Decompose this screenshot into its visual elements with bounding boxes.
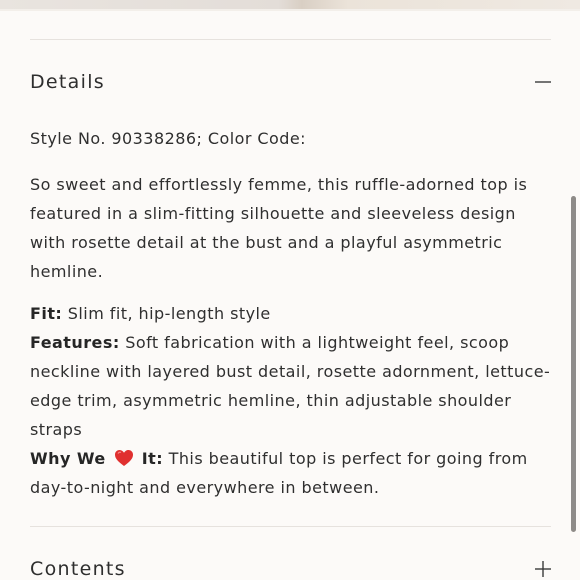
- product-image-edge: [0, 0, 580, 11]
- plus-icon[interactable]: [534, 560, 552, 578]
- divider: [30, 526, 551, 527]
- divider: [30, 39, 551, 40]
- why-label-after: It:: [135, 449, 164, 468]
- fit-text: Slim fit, hip-length style: [62, 304, 271, 323]
- scrollbar[interactable]: [571, 196, 576, 532]
- details-accordion-header[interactable]: Details: [30, 67, 552, 97]
- features-label: Features:: [30, 333, 120, 352]
- contents-title: Contents: [30, 558, 126, 580]
- fit-line: Fit: Slim fit, hip-length style: [30, 299, 552, 328]
- fit-label: Fit:: [30, 304, 63, 323]
- style-number: Style No. 90338286; Color Code:: [30, 129, 306, 148]
- contents-accordion-header[interactable]: Contents: [30, 554, 552, 580]
- product-description: So sweet and effortlessly femme, this ru…: [30, 175, 528, 281]
- heart-icon: [114, 447, 134, 466]
- minus-icon[interactable]: [534, 73, 552, 91]
- features-line: Features: Soft fabrication with a lightw…: [30, 328, 552, 444]
- why-we-love-it-line: Why We It: This beautiful top is perfect…: [30, 444, 552, 502]
- details-content: Style No. 90338286; Color Code: So sweet…: [30, 124, 552, 502]
- details-title: Details: [30, 71, 105, 93]
- why-label-before: Why We: [30, 449, 112, 468]
